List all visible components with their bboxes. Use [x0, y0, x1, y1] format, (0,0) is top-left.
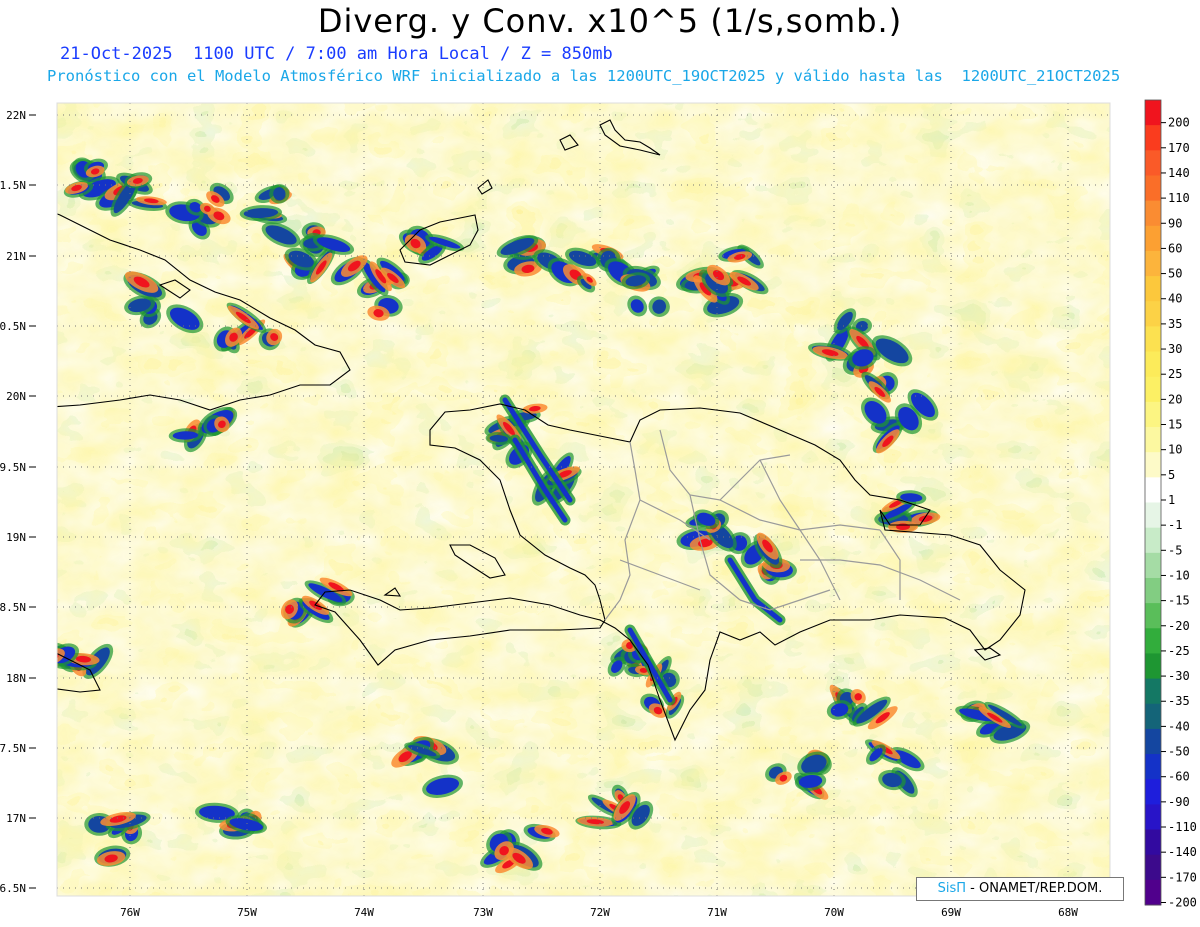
- lon-label: 76W: [120, 906, 140, 919]
- colorbar-label: -140: [1168, 845, 1197, 859]
- colorbar-swatch: [1145, 125, 1161, 151]
- colorbar-swatch: [1145, 779, 1161, 805]
- lat-label: 20N: [6, 390, 26, 403]
- colorbar-label: 40: [1168, 292, 1182, 306]
- colorbar-label: 10: [1168, 443, 1182, 457]
- colorbar-label: 140: [1168, 166, 1190, 180]
- colorbar-swatch: [1145, 829, 1161, 856]
- colorbar-label: 1: [1168, 493, 1175, 507]
- colorbar-swatch: [1145, 854, 1161, 881]
- colorbar-swatch: [1145, 527, 1161, 554]
- colorbar-swatch: [1145, 175, 1161, 202]
- colorbar-label: -200: [1168, 895, 1197, 909]
- lat-label: 19N: [6, 531, 26, 544]
- credit-box: SisΠ - ONAMET/REP.DOM.: [916, 877, 1124, 901]
- colorbar-swatch: [1145, 250, 1161, 277]
- lat-label: 6.5N: [0, 882, 26, 895]
- colorbar-swatch: [1145, 728, 1161, 755]
- colorbar-label: 15: [1168, 418, 1182, 432]
- colorbar-label: 200: [1168, 116, 1190, 130]
- colorbar: 200 170 140 110 90 60 50 40 35 30 25 20 15 10 5 1 -1 -5 -1…: [1144, 99, 1197, 909]
- colorbar-label: 50: [1168, 267, 1182, 281]
- colorbar-swatch: [1145, 603, 1161, 629]
- colorbar-label: -35: [1168, 694, 1190, 708]
- colorbar-swatch: [1145, 577, 1161, 604]
- lon-label: 74W: [354, 906, 374, 919]
- colorbar-swatch: [1145, 804, 1161, 831]
- divergence-map: 22N 1.5N 21N 0.5N 20N 9.5N 19N 8.5N 18N 7.5N 17N 6.…: [0, 99, 1197, 919]
- colorbar-label: 25: [1168, 367, 1182, 381]
- colorbar-swatch: [1145, 351, 1161, 378]
- lat-label: 0.5N: [0, 320, 26, 333]
- colorbar-label: -50: [1168, 745, 1190, 759]
- lat-label: 1.5N: [0, 179, 26, 192]
- lon-label: 70W: [824, 906, 844, 919]
- lat-label: 22N: [6, 109, 26, 122]
- colorbar-label: 5: [1168, 468, 1175, 482]
- colorbar-swatch: [1145, 477, 1161, 503]
- colorbar-label: -40: [1168, 719, 1190, 733]
- colorbar-label: -90: [1168, 795, 1190, 809]
- colorbar-swatch: [1145, 276, 1161, 302]
- colorbar-swatch: [1145, 100, 1161, 126]
- colorbar-label: -20: [1168, 619, 1190, 633]
- colorbar-swatch: [1145, 401, 1161, 428]
- colorbar-swatch: [1145, 628, 1161, 654]
- colorbar-label: -30: [1168, 669, 1190, 683]
- lat-label: 18N: [6, 672, 26, 685]
- colorbar-swatch: [1145, 879, 1161, 906]
- colorbar-swatch: [1145, 452, 1161, 478]
- colorbar-swatch: [1145, 703, 1161, 730]
- colorbar-label: -5: [1168, 543, 1182, 557]
- colorbar-swatch: [1145, 653, 1161, 680]
- colorbar-swatch: [1145, 225, 1161, 252]
- lon-label: 71W: [707, 906, 727, 919]
- credit-brand: SisΠ: [937, 881, 967, 896]
- colorbar-label: -110: [1168, 820, 1197, 834]
- credit-text: - ONAMET/REP.DOM.: [966, 881, 1103, 896]
- colorbar-label: 170: [1168, 141, 1190, 155]
- latitude-labels: 22N 1.5N 21N 0.5N 20N 9.5N 19N 8.5N 18N 7.5N 17N 6.…: [0, 109, 36, 895]
- colorbar-swatch: [1145, 200, 1161, 227]
- lat-label: 21N: [6, 250, 26, 263]
- colorbar-swatch: [1145, 678, 1161, 705]
- colorbar-label: 35: [1168, 317, 1182, 331]
- lon-label: 75W: [237, 906, 257, 919]
- colorbar-swatch: [1145, 301, 1161, 327]
- colorbar-swatch: [1145, 754, 1161, 780]
- lon-label: 69W: [941, 906, 961, 919]
- colorbar-label: 30: [1168, 342, 1182, 356]
- colorbar-swatch: [1145, 150, 1161, 176]
- colorbar-label: -25: [1168, 644, 1190, 658]
- lat-label: 9.5N: [0, 461, 26, 474]
- longitude-labels: 76W 75W 74W 73W 72W 71W 70W 69W 68W: [120, 906, 1078, 919]
- lat-label: 17N: [6, 812, 26, 825]
- colorbar-label: 90: [1168, 216, 1182, 230]
- colorbar-label: -10: [1168, 568, 1190, 582]
- colorbar-label: -1: [1168, 518, 1182, 532]
- colorbar-label: -60: [1168, 770, 1190, 784]
- lon-label: 73W: [473, 906, 493, 919]
- colorbar-swatch: [1145, 502, 1161, 529]
- lat-label: 8.5N: [0, 601, 26, 614]
- colorbar-swatch: [1145, 552, 1161, 579]
- colorbar-swatch: [1145, 427, 1161, 453]
- lon-label: 68W: [1058, 906, 1078, 919]
- lon-label: 72W: [590, 906, 610, 919]
- colorbar-label: -170: [1168, 870, 1197, 884]
- colorbar-swatch: [1145, 376, 1161, 403]
- lat-label: 7.5N: [0, 742, 26, 755]
- colorbar-label: 60: [1168, 241, 1182, 255]
- colorbar-label: 20: [1168, 392, 1182, 406]
- colorbar-label: -15: [1168, 594, 1190, 608]
- colorbar-swatch: [1145, 326, 1161, 353]
- colorbar-label: 110: [1168, 191, 1190, 205]
